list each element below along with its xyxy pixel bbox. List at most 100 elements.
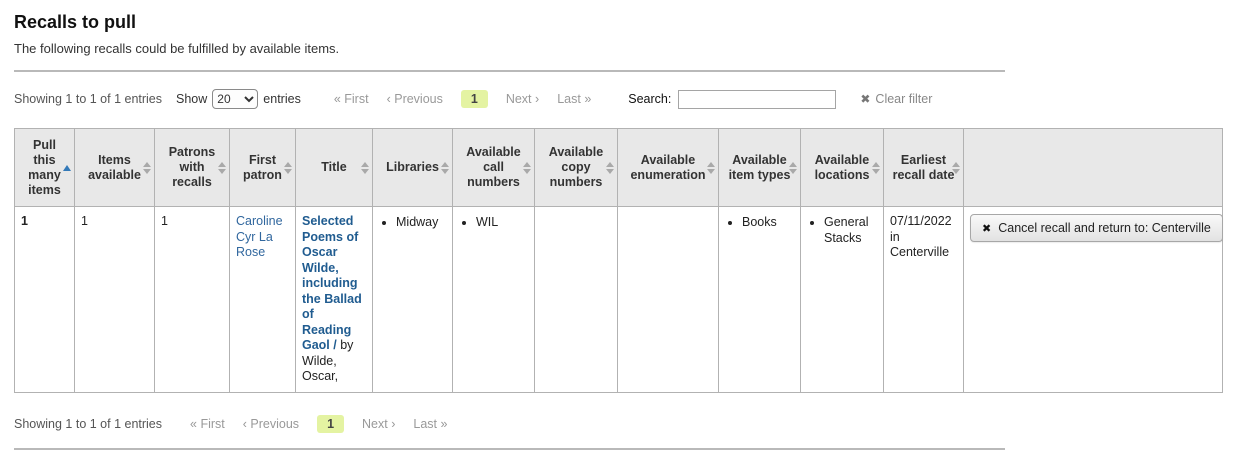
- column-header-libraries[interactable]: Libraries: [373, 129, 453, 207]
- search-control: Search:: [628, 90, 836, 109]
- double-chevron-right-icon: »: [584, 92, 591, 106]
- pagination-next-label: Next: [362, 417, 388, 431]
- double-chevron-left-icon: «: [190, 417, 197, 431]
- entries-label: entries: [263, 92, 301, 106]
- pagination-first-label: First: [200, 417, 224, 431]
- pagination-first-button[interactable]: « First: [334, 92, 369, 106]
- items-available-cell: 1: [75, 207, 155, 393]
- showing-entries-text-bottom: Showing 1 to 1 of 1 entries: [14, 417, 162, 431]
- cancel-x-icon: ✖: [982, 222, 991, 235]
- available-locations-cell: General Stacks: [801, 207, 884, 393]
- page-size-control: Show 20 entries: [176, 89, 301, 109]
- column-header-earliest-recall-date[interactable]: Earliest recall date: [884, 129, 964, 207]
- patron-link[interactable]: Caroline Cyr La Rose: [236, 214, 283, 259]
- pagination-first-label: First: [344, 92, 368, 106]
- chevron-right-icon: ›: [535, 92, 539, 106]
- first-patron-cell: Caroline Cyr La Rose: [230, 207, 296, 393]
- page-size-select[interactable]: 20: [212, 89, 258, 109]
- column-header-available-locations[interactable]: Available locations: [801, 129, 884, 207]
- recalls-to-pull-page: Recalls to pull The following recalls co…: [0, 0, 1237, 450]
- pagination-next-button[interactable]: Next ›: [362, 417, 395, 431]
- double-chevron-right-icon: »: [441, 417, 448, 431]
- pagination-current-page[interactable]: 1: [461, 90, 488, 108]
- column-label: Available locations: [815, 153, 870, 182]
- available-call-numbers-cell: WIL: [453, 207, 535, 393]
- column-header-title[interactable]: Title: [296, 129, 373, 207]
- column-label: Title: [321, 160, 346, 174]
- item-type-item: Books: [742, 214, 794, 230]
- table-row: 1 1 1 Caroline Cyr La Rose Selected Poem…: [15, 207, 1223, 393]
- sort-both-icon: [789, 162, 797, 174]
- location-item: General Stacks: [824, 214, 877, 246]
- column-label: Libraries: [386, 160, 439, 174]
- pagination-current-page[interactable]: 1: [317, 415, 344, 433]
- sort-both-icon: [707, 162, 715, 174]
- pagination-last-button[interactable]: Last »: [557, 92, 591, 106]
- top-divider: [14, 70, 1005, 72]
- pagination-previous-label: Previous: [250, 417, 299, 431]
- title-link[interactable]: Selected Poems of Oscar Wilde, including…: [302, 214, 362, 352]
- call-number-item: WIL: [476, 214, 528, 230]
- sort-both-icon: [361, 162, 369, 174]
- pagination-top: « First ‹ Previous 1 Next › Last »: [334, 90, 591, 108]
- patrons-with-recalls-cell: 1: [155, 207, 230, 393]
- double-chevron-left-icon: «: [334, 92, 341, 106]
- search-input[interactable]: [678, 90, 836, 109]
- chevron-right-icon: ›: [391, 417, 395, 431]
- cancel-recall-button[interactable]: ✖ Cancel recall and return to: Centervil…: [970, 214, 1223, 242]
- column-header-available-copy-numbers[interactable]: Available copy numbers: [535, 129, 618, 207]
- column-label: Available item types: [729, 153, 791, 182]
- column-header-available-enumeration[interactable]: Available enumeration: [618, 129, 719, 207]
- column-header-patrons-with-recalls[interactable]: Patrons with recalls: [155, 129, 230, 207]
- page-title: Recalls to pull: [14, 12, 1237, 33]
- pagination-last-label: Last: [557, 92, 581, 106]
- column-label: First patron: [243, 153, 282, 182]
- column-label: Available enumeration: [630, 153, 705, 182]
- column-header-items-available[interactable]: Items available: [75, 129, 155, 207]
- clear-filter-label: Clear filter: [875, 92, 932, 106]
- pagination-bottom: « First ‹ Previous 1 Next › Last »: [190, 415, 447, 433]
- clear-filter-button[interactable]: ✖ Clear filter: [860, 92, 932, 106]
- libraries-cell: Midway: [373, 207, 453, 393]
- column-header-available-call-numbers[interactable]: Available call numbers: [453, 129, 535, 207]
- showing-entries-text: Showing 1 to 1 of 1 entries: [14, 92, 162, 106]
- sort-both-icon: [872, 162, 880, 174]
- pagination-previous-button[interactable]: ‹ Previous: [243, 417, 299, 431]
- pull-count-cell: 1: [15, 207, 75, 393]
- sort-both-icon: [606, 162, 614, 174]
- sort-both-icon: [441, 162, 449, 174]
- pagination-next-label: Next: [506, 92, 532, 106]
- sort-both-icon: [143, 162, 151, 174]
- available-copy-numbers-cell: [535, 207, 618, 393]
- available-enumeration-cell: [618, 207, 719, 393]
- column-label: Patrons with recalls: [169, 145, 216, 189]
- sort-both-icon: [952, 162, 960, 174]
- pagination-previous-button[interactable]: ‹ Previous: [387, 92, 443, 106]
- column-header-available-item-types[interactable]: Available item types: [719, 129, 801, 207]
- sort-both-icon: [523, 162, 531, 174]
- chevron-left-icon: ‹: [387, 92, 391, 106]
- earliest-recall-date-cell: 07/11/2022 in Centerville: [884, 207, 964, 393]
- pagination-last-button[interactable]: Last »: [413, 417, 447, 431]
- column-label: Available call numbers: [466, 145, 520, 189]
- page-subtitle: The following recalls could be fulfilled…: [14, 41, 1237, 56]
- available-item-types-cell: Books: [719, 207, 801, 393]
- column-header-first-patron[interactable]: First patron: [230, 129, 296, 207]
- sort-both-icon: [284, 162, 292, 174]
- recalls-table: Pull this many items Items available Pat…: [14, 128, 1223, 393]
- pagination-first-button[interactable]: « First: [190, 417, 225, 431]
- show-label: Show: [176, 92, 207, 106]
- column-label: Available copy numbers: [549, 145, 603, 189]
- sort-both-icon: [218, 162, 226, 174]
- pagination-last-label: Last: [413, 417, 437, 431]
- header-row: Pull this many items Items available Pat…: [15, 129, 1223, 207]
- title-cell: Selected Poems of Oscar Wilde, including…: [296, 207, 373, 393]
- pagination-next-button[interactable]: Next ›: [506, 92, 539, 106]
- clear-filter-x-icon: ✖: [860, 92, 870, 106]
- chevron-left-icon: ‹: [243, 417, 247, 431]
- sort-ascending-icon: [63, 165, 71, 171]
- actions-cell: ✖ Cancel recall and return to: Centervil…: [964, 207, 1223, 393]
- cancel-recall-label: Cancel recall and return to: Centerville: [998, 221, 1211, 235]
- column-header-pull-this-many-items[interactable]: Pull this many items: [15, 129, 75, 207]
- column-label: Pull this many items: [28, 138, 61, 197]
